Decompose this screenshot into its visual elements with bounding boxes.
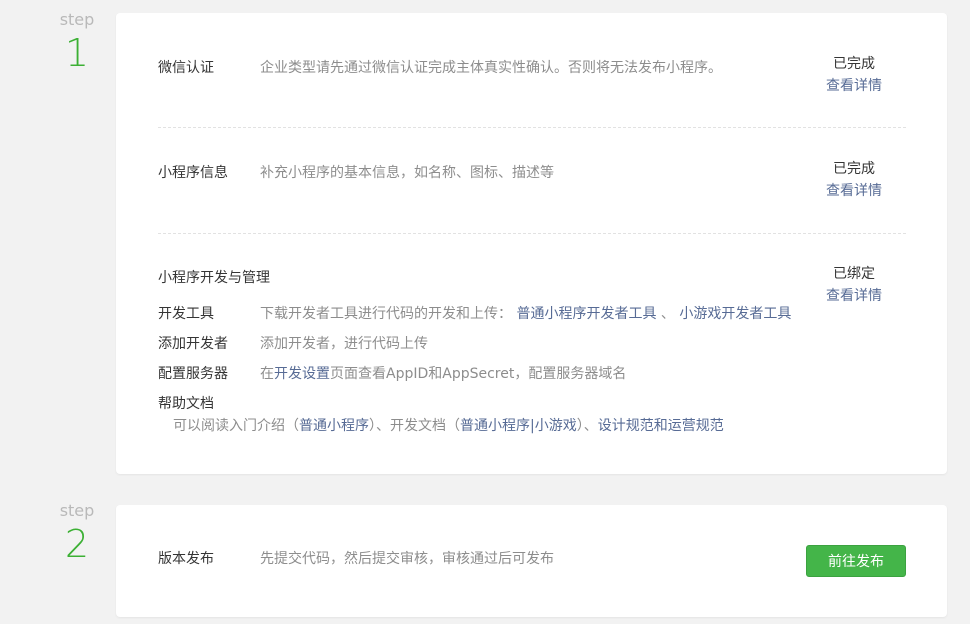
release-label: 版本发布 — [158, 551, 214, 567]
view-details-link[interactable]: 查看详情 — [786, 180, 922, 202]
separator: 、 — [660, 306, 675, 322]
step-number: 2 — [64, 522, 90, 566]
docs-mini-program-link[interactable]: 普通小程序 — [460, 418, 530, 434]
add-developer-desc: 添加开发者，进行代码上传 — [260, 336, 428, 352]
step-1-card: 微信认证 企业类型请先通过微信认证完成主体真实性确认。否则将无法发布小程序。 已… — [116, 13, 947, 474]
help-text: ）、 — [576, 418, 598, 434]
server-config-label: 配置服务器 — [158, 366, 228, 382]
divider — [158, 233, 906, 234]
step-2-card: 版本发布 先提交代码，然后提交审核，审核通过后可发布 前往发布 — [116, 505, 947, 617]
mini-program-devtools-link[interactable]: 普通小程序开发者工具 — [516, 306, 656, 322]
dev-manage-title: 小程序开发与管理 — [158, 270, 270, 286]
server-pre-text: 在 — [260, 366, 274, 382]
step-2-indicator: step 2 — [44, 501, 110, 566]
dev-tools-desc: 下载开发者工具进行代码的开发和上传： 普通小程序开发者工具 、 小游戏开发者工具 — [260, 303, 791, 323]
docs-minigame-link[interactable]: 小游戏 — [535, 418, 577, 434]
help-docs-label: 帮助文档 — [158, 396, 214, 412]
mini-info-status: 已完成 查看详情 — [786, 158, 922, 202]
design-guidelines-link[interactable]: 设计规范 — [598, 418, 654, 434]
wechat-auth-desc: 企业类型请先通过微信认证完成主体真实性确认。否则将无法发布小程序。 — [260, 60, 722, 76]
go-publish-button[interactable]: 前往发布 — [806, 545, 906, 577]
wechat-auth-label: 微信认证 — [158, 60, 214, 76]
view-details-link[interactable]: 查看详情 — [786, 75, 922, 97]
step-word: step — [59, 501, 95, 520]
help-text: 可以阅读入门介绍（ — [173, 418, 299, 434]
step-1-indicator: step 1 — [44, 10, 110, 75]
divider — [158, 127, 906, 128]
server-post-text: 页面查看AppID和AppSecret，配置服务器域名 — [330, 366, 627, 382]
server-config-desc: 在开发设置页面查看AppID和AppSecret，配置服务器域名 — [260, 363, 626, 383]
add-developer-label: 添加开发者 — [158, 336, 228, 352]
status-text: 已完成 — [833, 161, 875, 177]
dev-tools-text: 下载开发者工具进行代码的开发和上传： — [260, 306, 512, 322]
mini-info-desc: 补充小程序的基本信息，如名称、图标、描述等 — [260, 165, 554, 181]
operation-guidelines-link[interactable]: 运营规范 — [668, 418, 724, 434]
help-text: ）、开发文档（ — [369, 418, 460, 434]
release-desc: 先提交代码，然后提交审核，审核通过后可发布 — [260, 551, 554, 567]
minigame-devtools-link[interactable]: 小游戏开发者工具 — [679, 306, 791, 322]
dev-tools-label: 开发工具 — [158, 306, 214, 322]
help-text: 和 — [653, 418, 668, 434]
step-number: 1 — [64, 31, 90, 75]
status-text: 已完成 — [833, 56, 875, 72]
status-text: 已绑定 — [833, 266, 875, 282]
step-word: step — [59, 10, 95, 29]
mini-info-label: 小程序信息 — [158, 165, 228, 181]
view-details-link[interactable]: 查看详情 — [786, 285, 922, 307]
help-docs-desc: 可以阅读入门介绍（普通小程序）、开发文档（普通小程序|小游戏）、设计规范和运营规… — [173, 415, 724, 435]
intro-mini-program-link[interactable]: 普通小程序 — [299, 418, 369, 434]
dev-manage-status: 已绑定 查看详情 — [786, 263, 922, 307]
dev-settings-link[interactable]: 开发设置 — [274, 366, 330, 382]
wechat-auth-status: 已完成 查看详情 — [786, 53, 922, 97]
